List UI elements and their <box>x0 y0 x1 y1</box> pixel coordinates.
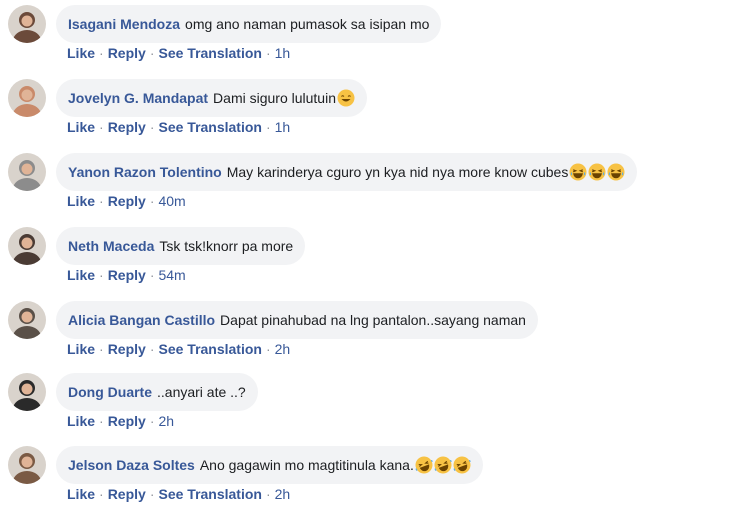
avatar[interactable] <box>8 301 46 339</box>
separator-dot: · <box>149 267 155 283</box>
comment-actions: Like · Reply · See Translation · 1h <box>67 45 290 61</box>
reply-link[interactable]: Reply <box>108 193 146 209</box>
commenter-name[interactable]: Neth Maceda <box>68 238 154 254</box>
separator-dot: · <box>99 119 104 135</box>
separator-dot: · <box>265 119 271 135</box>
reply-link[interactable]: Reply <box>108 119 146 135</box>
comment-text: omg ano naman pumasok sa isipan mo <box>185 16 430 32</box>
comment-actions: Like · Reply · See Translation · 2h <box>67 486 290 502</box>
see-translation-link[interactable]: See Translation <box>158 486 261 502</box>
see-translation-link[interactable]: See Translation <box>158 45 261 61</box>
laughing-face-icon <box>568 163 587 181</box>
separator-dot: · <box>265 341 271 357</box>
like-link[interactable]: Like <box>67 119 95 135</box>
comment-actions: Like · Reply · See Translation · 1h <box>67 119 290 135</box>
like-link[interactable]: Like <box>67 486 95 502</box>
separator-dot: · <box>149 193 155 209</box>
comment-bubble: Isagani Mendoza omg ano naman pumasok sa … <box>56 5 442 43</box>
reply-link[interactable]: Reply <box>108 413 146 429</box>
avatar[interactable] <box>8 227 46 265</box>
reply-link[interactable]: Reply <box>108 45 146 61</box>
separator-dot: · <box>99 341 104 357</box>
separator-dot: · <box>265 45 271 61</box>
separator-dot: · <box>99 486 104 502</box>
avatar[interactable] <box>8 373 46 411</box>
comment-text: May karinderya cguro yn kya nid nya more… <box>226 164 569 180</box>
like-link[interactable]: Like <box>67 341 95 357</box>
like-link[interactable]: Like <box>67 45 95 61</box>
comment-bubble: Yanon Razon Tolentino May karinderya cgur… <box>56 153 638 191</box>
rolling-laughing-icon <box>452 456 471 474</box>
comment-bubble: Alicia Bangan Castillo Dapat pinahubad na… <box>56 301 538 339</box>
commenter-name[interactable]: Isagani Mendoza <box>68 16 180 32</box>
comment-text: Dami siguro lulutuin <box>213 90 336 106</box>
separator-dot: · <box>265 486 271 502</box>
rolling-laughing-icon <box>414 456 433 474</box>
timestamp[interactable]: 2h <box>275 486 291 502</box>
comment-actions: Like · Reply · See Translation · 2h <box>67 341 290 357</box>
avatar[interactable] <box>8 153 46 191</box>
timestamp[interactable]: 1h <box>275 45 291 61</box>
comment-bubble: Jelson Daza Soltes Ano gagawin mo magtiti… <box>56 446 483 484</box>
commenter-name[interactable]: Jovelyn G. Mandapat <box>68 90 208 106</box>
avatar[interactable] <box>8 5 46 43</box>
comment-bubble: Jovelyn G. Mandapat Dami siguro lulutuin <box>56 79 367 117</box>
separator-dot: · <box>149 413 155 429</box>
timestamp[interactable]: 2h <box>275 341 291 357</box>
separator-dot: · <box>149 486 155 502</box>
avatar[interactable] <box>8 446 46 484</box>
reply-link[interactable]: Reply <box>108 267 146 283</box>
comment-text: Ano gagawin mo magtitinula kana. <box>199 457 414 473</box>
commenter-name[interactable]: Yanon Razon Tolentino <box>68 164 222 180</box>
comment-bubble: Dong Duarte ..anyari ate ..? <box>56 373 258 411</box>
separator-dot: · <box>149 341 155 357</box>
like-link[interactable]: Like <box>67 267 95 283</box>
smiling-face-icon <box>336 89 355 107</box>
see-translation-link[interactable]: See Translation <box>158 119 261 135</box>
separator-dot: · <box>99 193 104 209</box>
reply-link[interactable]: Reply <box>108 486 146 502</box>
commenter-name[interactable]: Dong Duarte <box>68 384 152 400</box>
commenter-name[interactable]: Alicia Bangan Castillo <box>68 312 215 328</box>
reply-link[interactable]: Reply <box>108 341 146 357</box>
timestamp[interactable]: 54m <box>158 267 185 283</box>
commenter-name[interactable]: Jelson Daza Soltes <box>68 457 195 473</box>
like-link[interactable]: Like <box>67 193 95 209</box>
see-translation-link[interactable]: See Translation <box>158 341 261 357</box>
comment-actions: Like · Reply · 54m <box>67 267 186 283</box>
separator-dot: · <box>99 413 104 429</box>
comment-actions: Like · Reply · 40m <box>67 193 186 209</box>
timestamp[interactable]: 1h <box>275 119 291 135</box>
separator-dot: · <box>99 267 104 283</box>
comment-actions: Like · Reply · 2h <box>67 413 174 429</box>
comment-text: Tsk tsk!knorr pa more <box>159 238 294 254</box>
laughing-face-icon <box>587 163 606 181</box>
like-link[interactable]: Like <box>67 413 95 429</box>
avatar[interactable] <box>8 79 46 117</box>
comment-text: ..anyari ate ..? <box>157 384 246 400</box>
laughing-face-icon <box>606 163 625 181</box>
timestamp[interactable]: 2h <box>158 413 174 429</box>
separator-dot: · <box>99 45 104 61</box>
timestamp[interactable]: 40m <box>158 193 185 209</box>
separator-dot: · <box>149 119 155 135</box>
comment-bubble: Neth Maceda Tsk tsk!knorr pa more <box>56 227 306 265</box>
rolling-laughing-icon <box>433 456 452 474</box>
comment-text: Dapat pinahubad na lng pantalon..sayang … <box>220 312 526 328</box>
separator-dot: · <box>149 45 155 61</box>
